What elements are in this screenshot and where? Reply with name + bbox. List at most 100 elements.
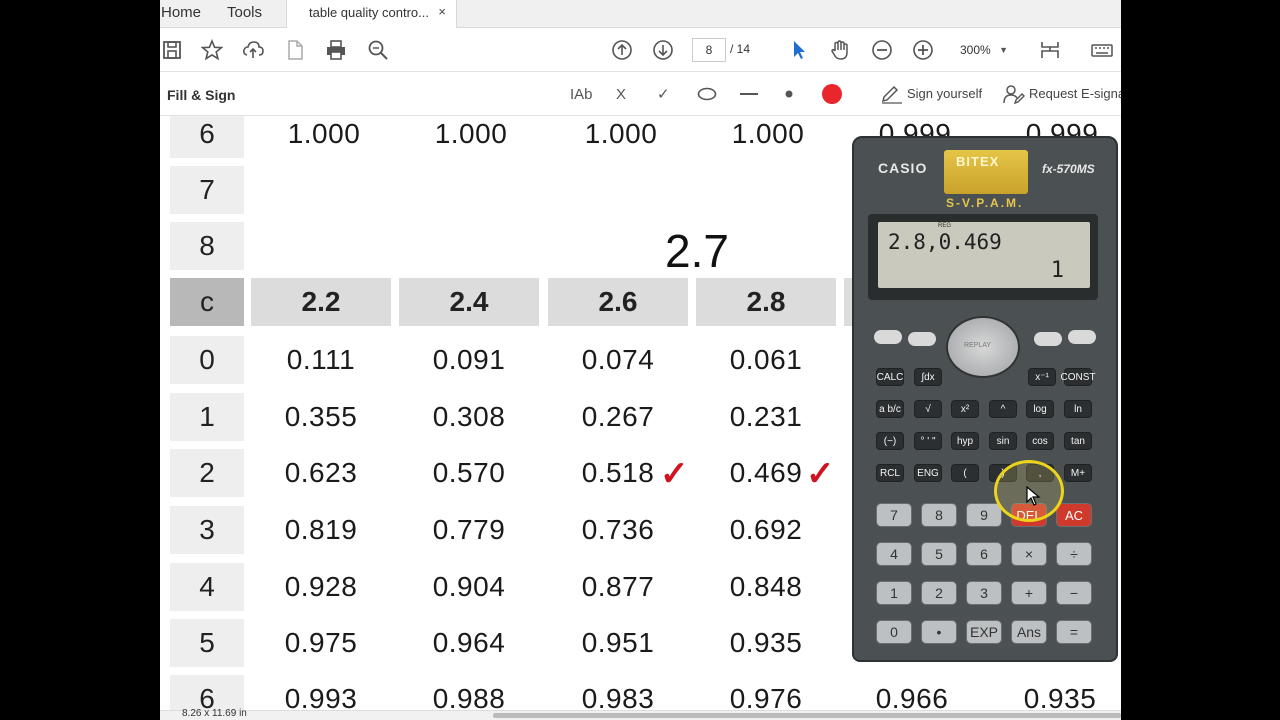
row-label: 6 [170,116,244,158]
table-cell: 0.951 [581,627,655,658]
sign-yourself-button[interactable]: Sign yourself [907,86,982,101]
color-picker[interactable] [821,83,843,105]
header-cell: 2.4 [399,278,539,326]
request-signature-icon[interactable] [1002,83,1026,105]
calc-key: ° ' " [914,432,942,450]
zoom-in-icon[interactable] [911,38,935,62]
zoom-select[interactable]: 300% ▼ [950,38,1014,62]
calc-num-key: 0 [876,620,912,644]
calc-key: x⁻¹ [1028,368,1056,386]
row-label: 6 [170,675,244,710]
calc-key: hyp [951,432,979,450]
calc-num-key: − [1056,581,1092,605]
header-cell: 2.6 [548,278,688,326]
calc-num-key: = [1056,620,1092,644]
page-down-icon[interactable] [651,38,675,62]
hand-icon[interactable] [828,38,852,62]
table-cell: 0.935 [729,627,803,658]
table-cell: 0.964 [432,627,506,658]
row-label: 1 [170,393,244,441]
table-cell: 1.000 [731,118,805,149]
calc-key: √ [914,400,942,418]
upload-icon[interactable] [241,38,265,62]
calc-num-key: 6 [966,542,1002,566]
horizontal-scrollbar[interactable] [493,713,1121,718]
menu-home[interactable]: Home [161,4,201,21]
search-icon[interactable] [366,38,390,62]
dot-tool[interactable] [784,83,794,105]
table-cell: 0.736 [581,514,655,545]
table-cell: 0.692 [729,514,803,545]
ellipse-tool[interactable] [697,83,717,105]
file-icon[interactable] [283,38,307,62]
row-label: 8 [170,222,244,270]
calc-num-key: 4 [876,542,912,566]
red-check-mark: ✓ [660,455,689,493]
table-cell: 0.993 [284,683,358,710]
calculator-sticker: BITEX [944,150,1028,194]
calc-key: CONST [1061,368,1096,386]
bookmark-star-icon[interactable] [200,38,224,62]
table-cell: 0.935 [1023,683,1097,710]
save-icon[interactable] [160,38,184,62]
menu-tools[interactable]: Tools [227,4,262,21]
fill-sign-title: Fill & Sign [167,87,236,103]
table-cell: 0.928 [284,571,358,602]
select-pointer-icon[interactable] [787,38,811,62]
calc-key: (−) [876,432,904,450]
page-view-icon[interactable] [1038,38,1062,62]
document-tab[interactable]: table quality contro... × [286,0,457,28]
calc-num-key: × [1011,542,1047,566]
table-cell: 0.355 [284,401,358,432]
table-cell: 0.848 [729,571,803,602]
calc-key: cos [1026,432,1054,450]
display-input-line: 2.8,0.469 [888,230,1002,254]
document-tab-title: table quality contro... [309,5,429,20]
calculator-image: CASIO BITEX fx-570MS S-V.P.A.M. REG 2.8,… [852,136,1118,662]
table-cell: 0.111 [286,344,356,375]
main-toolbar: 8 / 14 300% ▼ [160,28,1121,72]
page-number-input[interactable]: 8 [692,38,726,62]
check-mark-tool[interactable]: ✓ [657,83,670,105]
alpha-key [908,332,936,346]
request-esign-button[interactable]: Request E-signa [1029,86,1121,101]
calc-key: ln [1064,400,1092,418]
pen-sign-icon[interactable] [880,83,904,105]
table-cell: 0.308 [432,401,506,432]
zoom-out-icon[interactable] [870,38,894,62]
calc-num-key: • [921,620,957,644]
row-label: 2 [170,449,244,497]
handwritten-annotation: 2.7 [665,225,729,277]
page-up-icon[interactable] [610,38,634,62]
line-tool[interactable] [739,83,759,105]
fill-sign-toolbar: Fill & Sign IAb X ✓ Sign yourself Reques… [160,72,1121,116]
table-cell: 0.091 [432,344,506,375]
calc-key: ^ [989,400,1017,418]
table-cell: 0.975 [284,627,358,658]
add-text-tool[interactable]: IAb [570,83,593,105]
close-tab-icon[interactable]: × [438,4,446,19]
status-bar: 8.26 x 11.69 in [160,708,1121,720]
calc-num-key: 7 [876,503,912,527]
table-cell: 0.061 [729,344,803,375]
keyboard-icon[interactable] [1090,38,1114,62]
calc-key: CALC [876,368,904,386]
table-cell: 0.983 [581,683,655,710]
calc-key: RCL [876,464,904,482]
row-label: 0 [170,336,244,384]
page-size-label: 8.26 x 11.69 in [182,708,247,719]
calc-key: sin [989,432,1017,450]
row-label: 5 [170,619,244,667]
table-cell: 0.877 [581,571,655,602]
table-cell: 0.570 [432,457,506,488]
replay-pad: REPLAY [946,316,1020,378]
calc-num-key: 1 [876,581,912,605]
print-icon[interactable] [324,38,348,62]
table-cell: 0.779 [432,514,506,545]
cross-mark-tool[interactable]: X [616,83,626,105]
row-label: 7 [170,166,244,214]
calculator-model: fx-570MS [1042,162,1095,176]
tab-bar: Home Tools table quality contro... × [160,0,1121,28]
row-label: 4 [170,563,244,611]
mouse-pointer-icon [1026,486,1041,506]
